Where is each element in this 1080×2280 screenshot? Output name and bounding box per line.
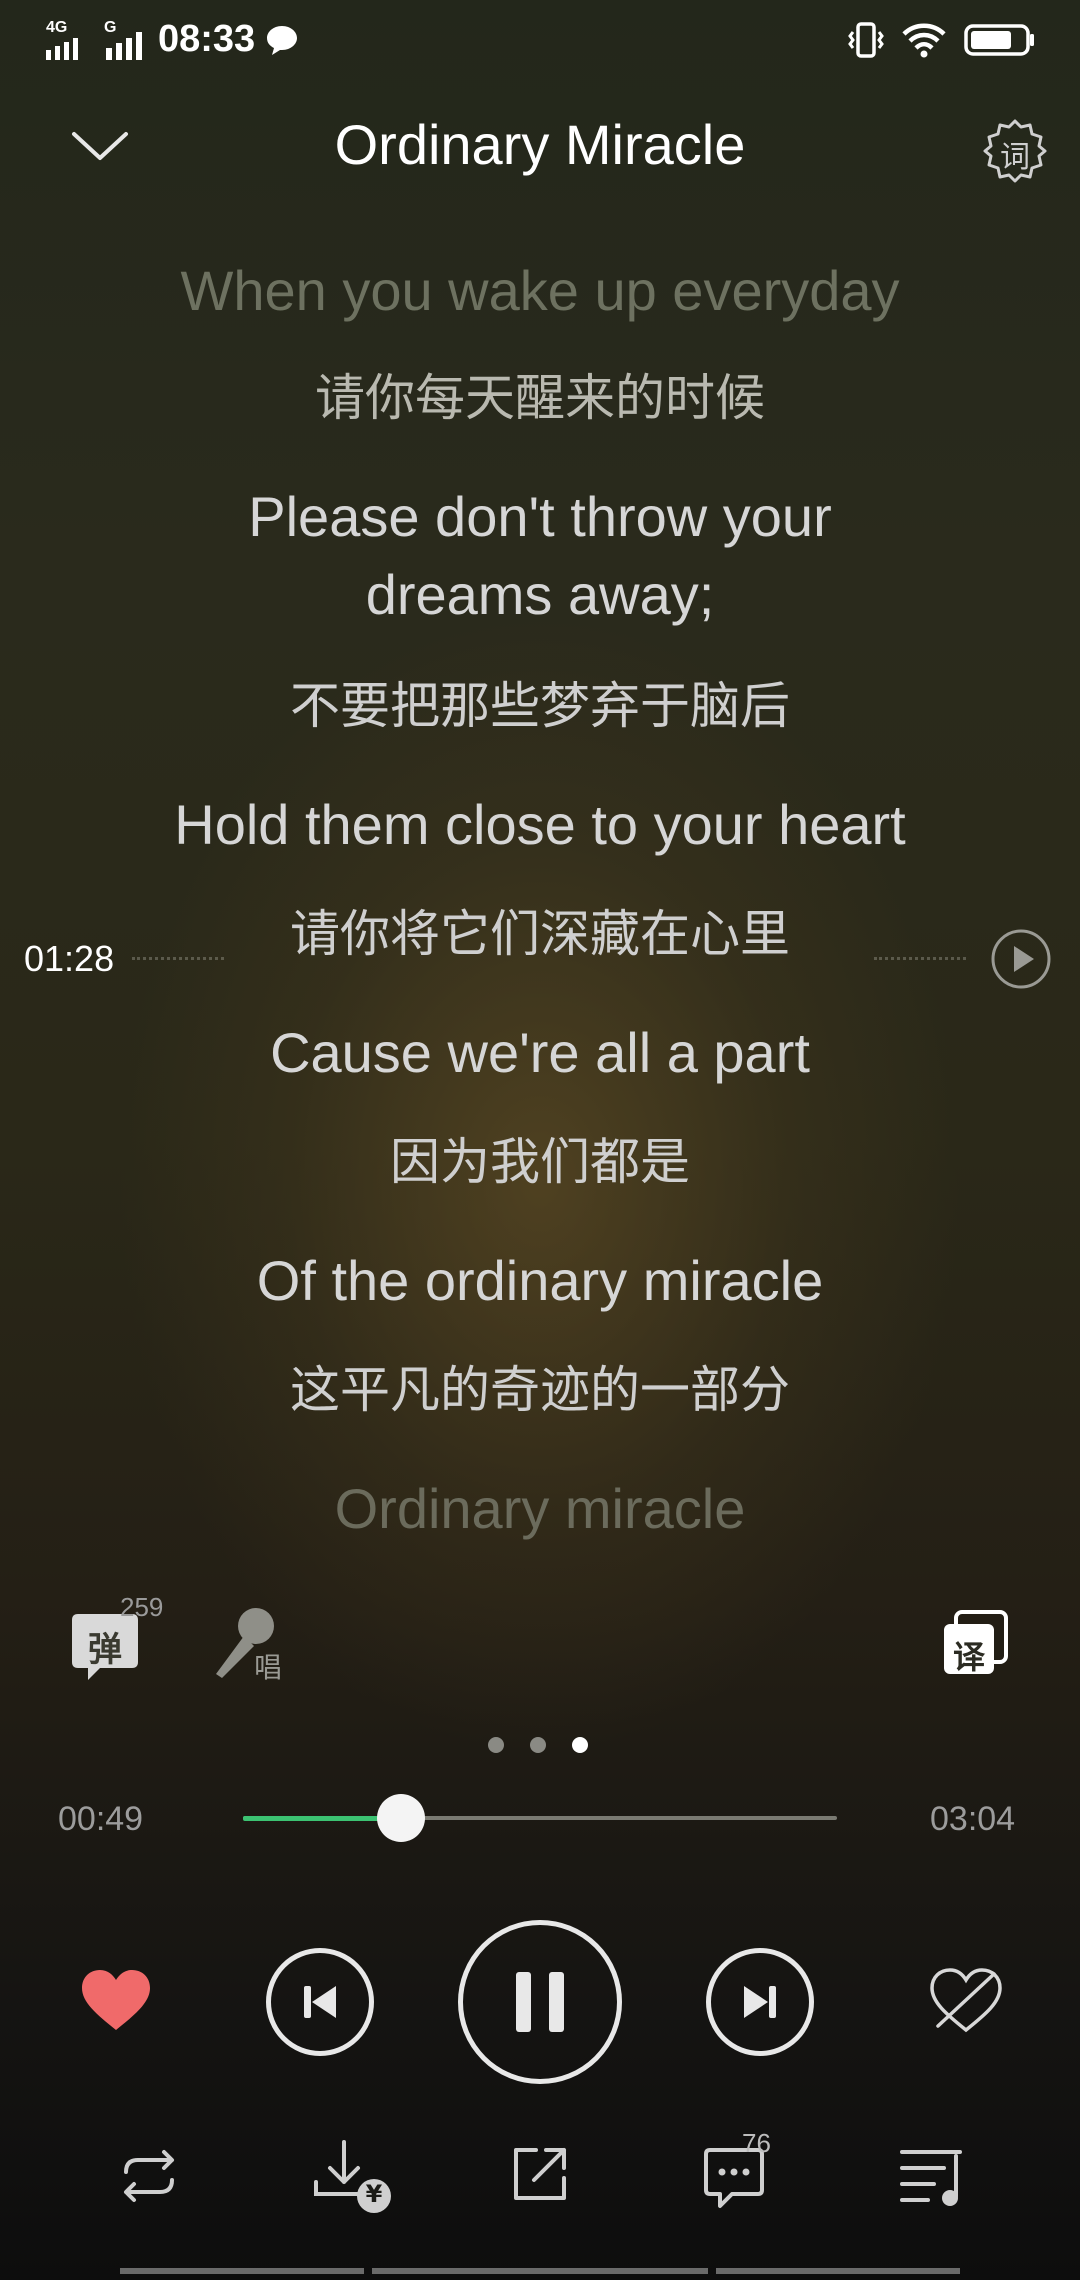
signal-g-icon: G bbox=[102, 19, 148, 60]
chevron-down-icon bbox=[72, 132, 128, 160]
lyrics-settings-label: 词 bbox=[1000, 140, 1030, 175]
lyric-line-zh: 请你将它们深藏在心里 bbox=[290, 905, 790, 963]
download-button[interactable]: ¥ bbox=[312, 2138, 396, 2218]
lyric-line-en: Cause we're all a part bbox=[270, 1021, 810, 1084]
lyric-line-en: Hold them close to your heart bbox=[174, 793, 906, 856]
message-bubble-icon bbox=[267, 25, 298, 55]
play-circle-icon bbox=[991, 929, 1051, 989]
seek-line-right bbox=[874, 957, 966, 960]
status-time: 08:33 bbox=[158, 18, 256, 60]
signal-4g-icon: 4G bbox=[44, 18, 84, 60]
comments-button[interactable]: 76 bbox=[702, 2128, 802, 2216]
danmu-count: 259 bbox=[120, 1592, 164, 1622]
vibrate-icon bbox=[848, 22, 884, 58]
network-type-1: 4G bbox=[46, 18, 68, 36]
next-button[interactable] bbox=[706, 1948, 814, 2056]
page-dot[interactable] bbox=[530, 1737, 546, 1753]
sing-button[interactable]: 唱 bbox=[210, 1604, 310, 1694]
play-from-here-button[interactable] bbox=[990, 928, 1052, 990]
page-dot[interactable] bbox=[488, 1737, 504, 1753]
playlist-icon bbox=[900, 2150, 962, 2206]
previous-button[interactable] bbox=[266, 1948, 374, 2056]
lyric-line-en: Ordinary miracle bbox=[334, 1477, 746, 1540]
nav-bar-segment bbox=[716, 2268, 960, 2274]
total-duration: 03:04 bbox=[930, 1800, 1016, 1838]
danmu-button[interactable]: 弹 259 bbox=[70, 1592, 180, 1692]
sing-label: 唱 bbox=[254, 1651, 283, 1684]
nav-bar-segment bbox=[372, 2268, 708, 2274]
comments-count: 76 bbox=[742, 2128, 771, 2158]
elapsed-time: 00:49 bbox=[58, 1800, 144, 1838]
lyric-line-zh: 不要把那些梦弃于脑后 bbox=[290, 677, 790, 735]
repeat-icon bbox=[124, 2150, 174, 2202]
pause-button[interactable] bbox=[458, 1920, 622, 2084]
lyric-line-en: Of the ordinary miracle bbox=[256, 1249, 824, 1312]
share-button[interactable] bbox=[510, 2144, 570, 2204]
progress-thumb[interactable] bbox=[377, 1794, 425, 1842]
wifi-icon bbox=[902, 23, 946, 58]
share-icon bbox=[514, 2148, 566, 2200]
skip-previous-icon bbox=[304, 1986, 336, 2018]
lyrics-settings-button[interactable]: 词 bbox=[982, 118, 1048, 184]
like-button[interactable] bbox=[80, 1968, 152, 2034]
download-price-label: ¥ bbox=[365, 2180, 383, 2208]
repeat-mode-button[interactable] bbox=[112, 2146, 186, 2206]
status-bar: 4G G 08:33 bbox=[0, 0, 1080, 84]
pause-icon bbox=[516, 1972, 564, 2032]
collapse-button[interactable] bbox=[70, 126, 130, 176]
playlist-button[interactable] bbox=[898, 2144, 968, 2210]
seek-line-left bbox=[132, 957, 224, 960]
dislike-button[interactable] bbox=[928, 1966, 1004, 2038]
lyric-line-zh: 因为我们都是 bbox=[390, 1133, 690, 1191]
battery-icon bbox=[964, 24, 1034, 56]
translate-button[interactable]: 译 bbox=[940, 1610, 1010, 1680]
lyric-line-zh: 请你每天醒来的时候 bbox=[315, 369, 765, 427]
broken-heart-icon bbox=[930, 1968, 1002, 2033]
lyric-line-en: Please don't throw your dreams away; bbox=[248, 485, 832, 626]
page-indicator bbox=[488, 1737, 588, 1753]
page-dot-active[interactable] bbox=[572, 1737, 588, 1753]
lyric-line-zh: 这平凡的奇迹的一部分 bbox=[290, 1361, 790, 1419]
status-left: 4G G 08:33 bbox=[44, 18, 299, 61]
song-title: Ordinary Miracle bbox=[334, 113, 746, 176]
seek-marker-time: 01:28 bbox=[24, 938, 115, 979]
translate-label: 译 bbox=[952, 1638, 985, 1676]
heart-filled-icon bbox=[82, 1970, 150, 2030]
status-right bbox=[848, 20, 1036, 60]
lyric-line-en: When you wake up everyday bbox=[180, 259, 900, 322]
skip-next-icon bbox=[744, 1986, 776, 2018]
danmu-label: 弹 bbox=[88, 1630, 122, 1670]
nav-bar-segment bbox=[120, 2268, 364, 2274]
